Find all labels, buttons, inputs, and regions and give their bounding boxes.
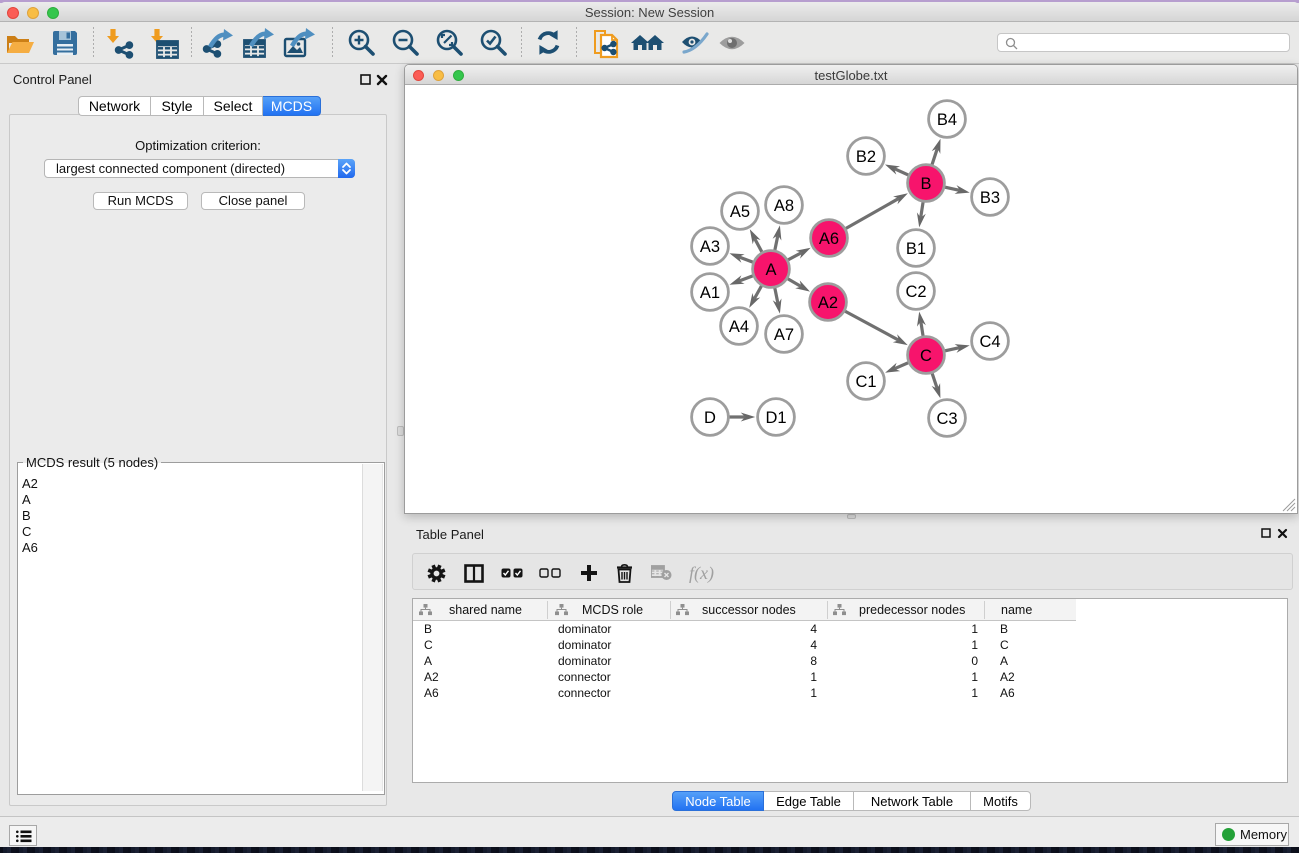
svg-text:B1: B1 bbox=[906, 240, 926, 258]
svg-text:A4: A4 bbox=[729, 318, 749, 336]
svg-text:B4: B4 bbox=[937, 111, 957, 129]
svg-text:B: B bbox=[920, 175, 931, 193]
svg-text:A7: A7 bbox=[774, 326, 794, 344]
svg-text:D: D bbox=[704, 409, 716, 427]
svg-text:A8: A8 bbox=[774, 197, 794, 215]
svg-text:A6: A6 bbox=[819, 230, 839, 248]
svg-text:C4: C4 bbox=[979, 333, 1000, 351]
svg-text:A: A bbox=[765, 261, 776, 279]
svg-text:A1: A1 bbox=[700, 284, 720, 302]
svg-text:B3: B3 bbox=[980, 189, 1000, 207]
svg-text:B2: B2 bbox=[856, 148, 876, 166]
svg-text:C: C bbox=[920, 347, 932, 365]
svg-text:C3: C3 bbox=[936, 410, 957, 428]
svg-text:C2: C2 bbox=[905, 283, 926, 301]
svg-text:A2: A2 bbox=[818, 294, 838, 312]
svg-text:C1: C1 bbox=[855, 373, 876, 391]
svg-text:A5: A5 bbox=[730, 203, 750, 221]
svg-text:D1: D1 bbox=[765, 409, 786, 427]
svg-text:A3: A3 bbox=[700, 238, 720, 256]
